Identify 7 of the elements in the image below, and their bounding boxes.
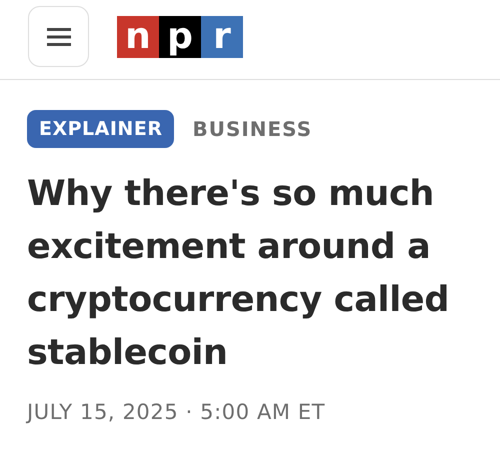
category-tag[interactable]: EXPLAINER [27, 110, 174, 148]
logo[interactable]: n p r [117, 16, 243, 58]
section-link[interactable]: BUSINESS [192, 117, 312, 141]
headline: Why there's so much excitement around a cryptocurrency called stablecoin [27, 173, 450, 375]
menu-button[interactable] [28, 6, 89, 67]
publish-date: JULY 15, 2025 · 5:00 AM ET [27, 400, 326, 424]
menu-icon [46, 28, 70, 46]
